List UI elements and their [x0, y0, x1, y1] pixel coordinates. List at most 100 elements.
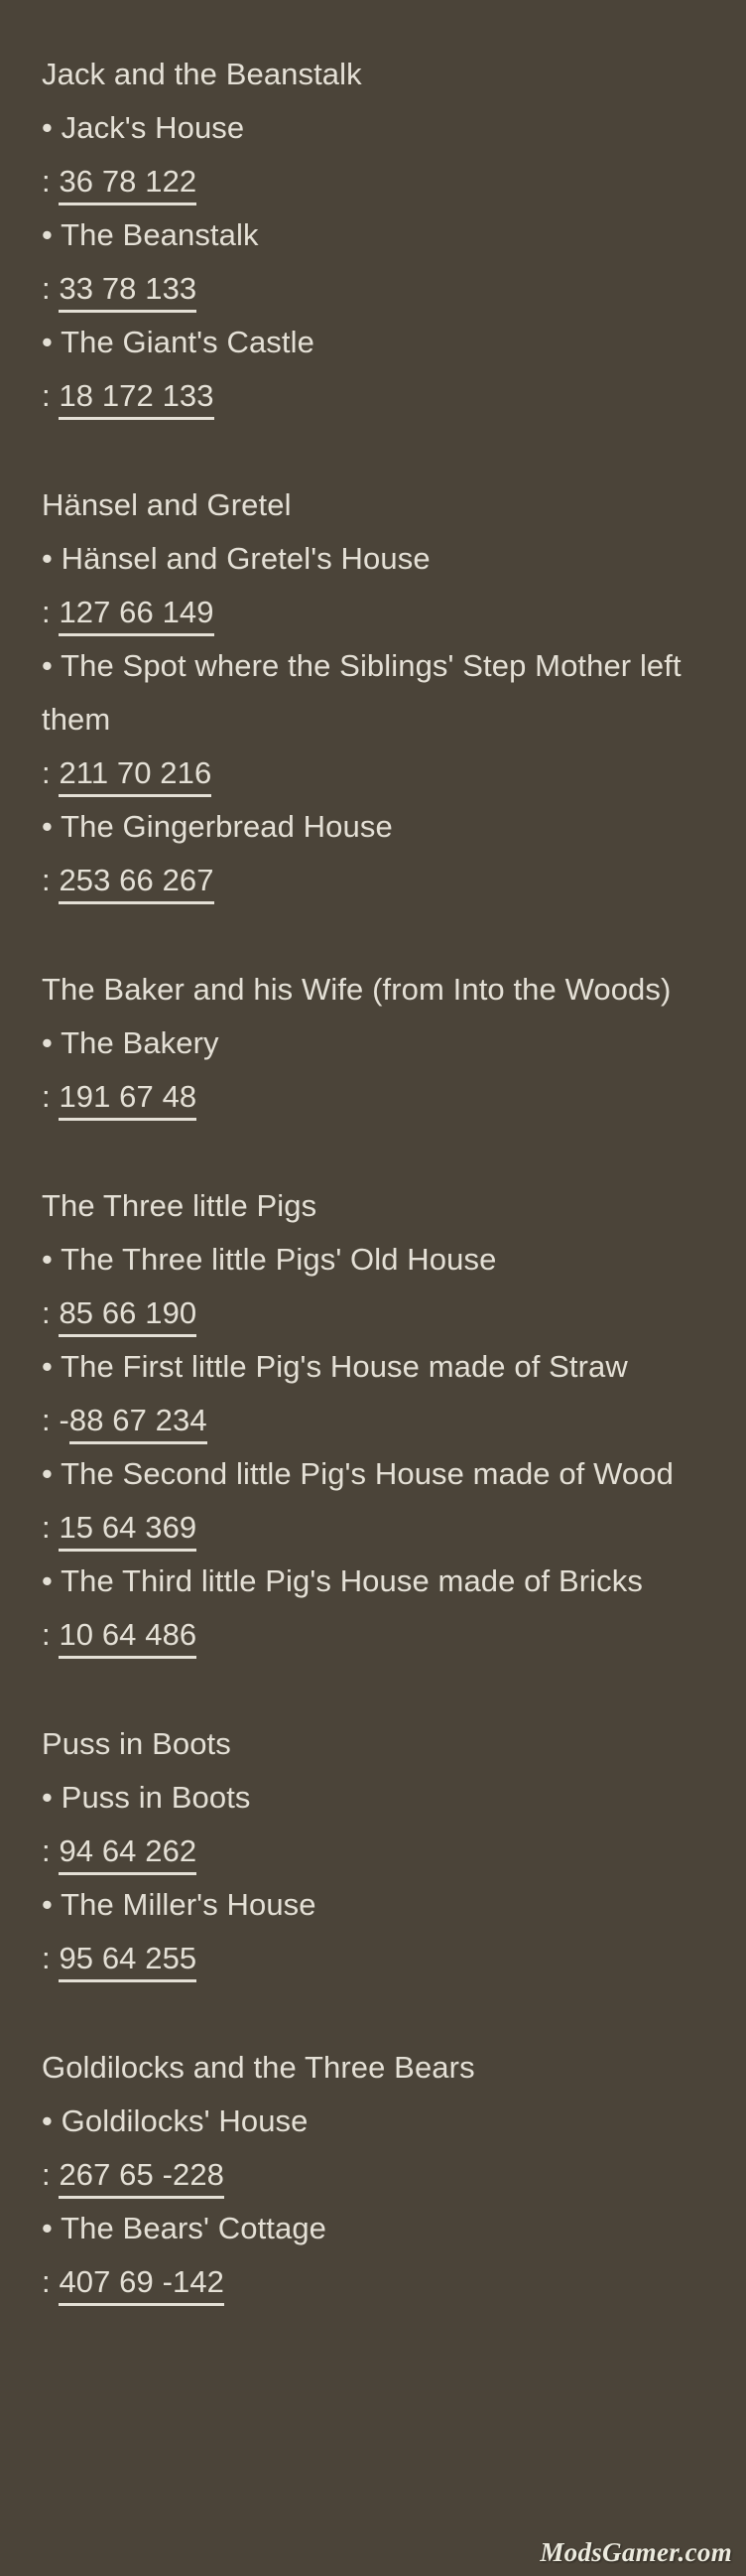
location-name: The Second little Pig's House made of Wo… [52, 1456, 674, 1491]
location-name-line: • The Spot where the Siblings' Step Moth… [42, 639, 706, 746]
coordinate-colon: : [42, 1941, 51, 1975]
coordinate-colon: : [42, 378, 51, 413]
location-entry: • The Bakery: 191 67 48 [42, 1017, 706, 1124]
coordinate-colon: : [42, 1403, 51, 1437]
coordinate-colon: : [42, 595, 51, 629]
bullet-icon: • [42, 110, 53, 145]
location-entry: • The Beanstalk: 33 78 133 [42, 208, 706, 316]
story-title: Hänsel and Gretel [42, 487, 292, 522]
location-name: The Miller's House [52, 1887, 316, 1922]
coordinate-value[interactable]: 127 66 149 [59, 595, 214, 636]
coordinate-value[interactable]: 407 69 -142 [59, 2264, 225, 2306]
location-entry: • The First little Pig's House made of S… [42, 1340, 706, 1447]
coordinate-value[interactable]: 15 64 369 [59, 1510, 197, 1552]
coordinate-value[interactable]: 10 64 486 [59, 1617, 197, 1659]
coordinate-line: : 33 78 133 [42, 262, 706, 316]
story-section: Goldilocks and the Three Bears • Goldiloc… [42, 2041, 706, 2309]
location-name-line: • The Third little Pig's House made of B… [42, 1555, 706, 1608]
location-name-line: • The Giant's Castle [42, 316, 706, 369]
coordinate-value[interactable]: 191 67 48 [59, 1079, 197, 1121]
bullet-icon: • [42, 1349, 53, 1384]
story-section: The Baker and his Wife (from Into the Wo… [42, 963, 706, 1124]
location-name: The Third little Pig's House made of Bri… [52, 1563, 643, 1598]
coordinate-line: : 94 64 262 [42, 1825, 706, 1878]
location-name: The Bears' Cottage [52, 2211, 327, 2245]
coordinate-line: : 211 70 216 [42, 746, 706, 800]
story-title: The Baker and his Wife (from Into the Wo… [42, 972, 672, 1007]
coordinate-line: : 10 64 486 [42, 1608, 706, 1662]
bullet-icon: • [42, 1025, 53, 1060]
story-title: Goldilocks and the Three Bears [42, 2050, 475, 2085]
location-name-line: • The Miller's House [42, 1878, 706, 1932]
location-name-line: • Goldilocks' House [42, 2095, 706, 2148]
coordinate-line: : 36 78 122 [42, 155, 706, 208]
location-entry: • The Giant's Castle: 18 172 133 [42, 316, 706, 423]
location-name-line: • The Bears' Cottage [42, 2202, 706, 2255]
coordinate-colon: : [42, 1295, 51, 1330]
location-name-line: • The Beanstalk [42, 208, 706, 262]
coordinate-colon: : [42, 1833, 51, 1868]
location-name-line: • The First little Pig's House made of S… [42, 1340, 706, 1394]
location-name-line: • The Three little Pigs' Old House [42, 1233, 706, 1287]
coordinate-value[interactable]: 18 172 133 [59, 378, 214, 420]
coordinate-value[interactable]: 36 78 122 [59, 164, 197, 205]
coordinate-line: : 253 66 267 [42, 854, 706, 907]
bullet-icon: • [42, 1456, 53, 1491]
coordinate-line: : 15 64 369 [42, 1501, 706, 1555]
story-section: Jack and the Beanstalk • Jack's House: 36… [42, 48, 706, 423]
location-name-line: • The Gingerbread House [42, 800, 706, 854]
coordinate-colon: : [42, 1510, 51, 1545]
story-section: Puss in Boots • Puss in Boots: 94 64 262 •… [42, 1717, 706, 1985]
location-name: The First little Pig's House made of Str… [52, 1349, 628, 1384]
coordinate-value[interactable]: 211 70 216 [59, 755, 212, 797]
coordinate-value[interactable]: 88 67 234 [68, 1403, 207, 1444]
location-entry: • The Miller's House: 95 64 255 [42, 1878, 706, 1985]
coordinate-value[interactable]: 267 65 -228 [59, 2157, 225, 2199]
coordinate-value[interactable]: 33 78 133 [59, 271, 197, 313]
location-name: The Three little Pigs' Old House [52, 1242, 497, 1277]
story-title: Jack and the Beanstalk [42, 57, 362, 91]
bullet-icon: • [42, 1242, 53, 1277]
story-title: The Three little Pigs [42, 1188, 317, 1223]
location-name-line: • The Second little Pig's House made of … [42, 1447, 706, 1501]
bullet-icon: • [42, 1563, 53, 1598]
location-name: Hänsel and Gretel's House [52, 541, 431, 576]
location-entry: • The Bears' Cottage: 407 69 -142 [42, 2202, 706, 2309]
location-entry: • The Second little Pig's House made of … [42, 1447, 706, 1555]
location-name: The Bakery [52, 1025, 219, 1060]
coordinate-colon: : [42, 2264, 51, 2299]
location-entry: • The Spot where the Siblings' Step Moth… [42, 639, 706, 800]
location-entry: • Puss in Boots: 94 64 262 [42, 1771, 706, 1878]
coordinate-colon: : [42, 164, 51, 199]
coordinate-line: : 95 64 255 [42, 1932, 706, 1985]
location-name: Jack's House [52, 110, 245, 145]
coordinate-colon: : [42, 2157, 51, 2192]
coordinate-value[interactable]: 95 64 255 [59, 1941, 197, 1982]
coordinate-value[interactable]: 85 66 190 [59, 1295, 197, 1337]
coordinate-line: : 85 66 190 [42, 1287, 706, 1340]
location-name-line: • Hänsel and Gretel's House [42, 532, 706, 586]
bullet-icon: • [42, 1887, 53, 1922]
bullet-icon: • [42, 2211, 53, 2245]
coordinate-value[interactable]: 253 66 267 [59, 863, 214, 904]
coordinate-line: : 407 69 -142 [42, 2255, 706, 2309]
coordinate-line: : 267 65 -228 [42, 2148, 706, 2202]
coordinate-colon: : [42, 863, 51, 897]
location-name: The Giant's Castle [52, 325, 314, 359]
location-entry: • The Three little Pigs' Old House: 85 6… [42, 1233, 706, 1340]
story-section: Hänsel and Gretel • Hänsel and Gretel's H… [42, 478, 706, 907]
location-entry: • Goldilocks' House: 267 65 -228 [42, 2095, 706, 2202]
location-name-line: • Puss in Boots [42, 1771, 706, 1825]
location-entry: • The Third little Pig's House made of B… [42, 1555, 706, 1662]
coordinate-value[interactable]: 94 64 262 [59, 1833, 197, 1875]
bullet-icon: • [42, 809, 53, 844]
location-name: The Spot where the Siblings' Step Mother… [42, 648, 682, 737]
coordinate-colon: : [42, 1079, 51, 1114]
coordinate-line: : 191 67 48 [42, 1070, 706, 1124]
location-entry: • Jack's House: 36 78 122 [42, 101, 706, 208]
bullet-icon: • [42, 325, 53, 359]
coordinate-colon: : [42, 755, 51, 790]
location-entry: • The Gingerbread House: 253 66 267 [42, 800, 706, 907]
coordinate-line: : 127 66 149 [42, 586, 706, 639]
bullet-icon: • [42, 2103, 53, 2138]
